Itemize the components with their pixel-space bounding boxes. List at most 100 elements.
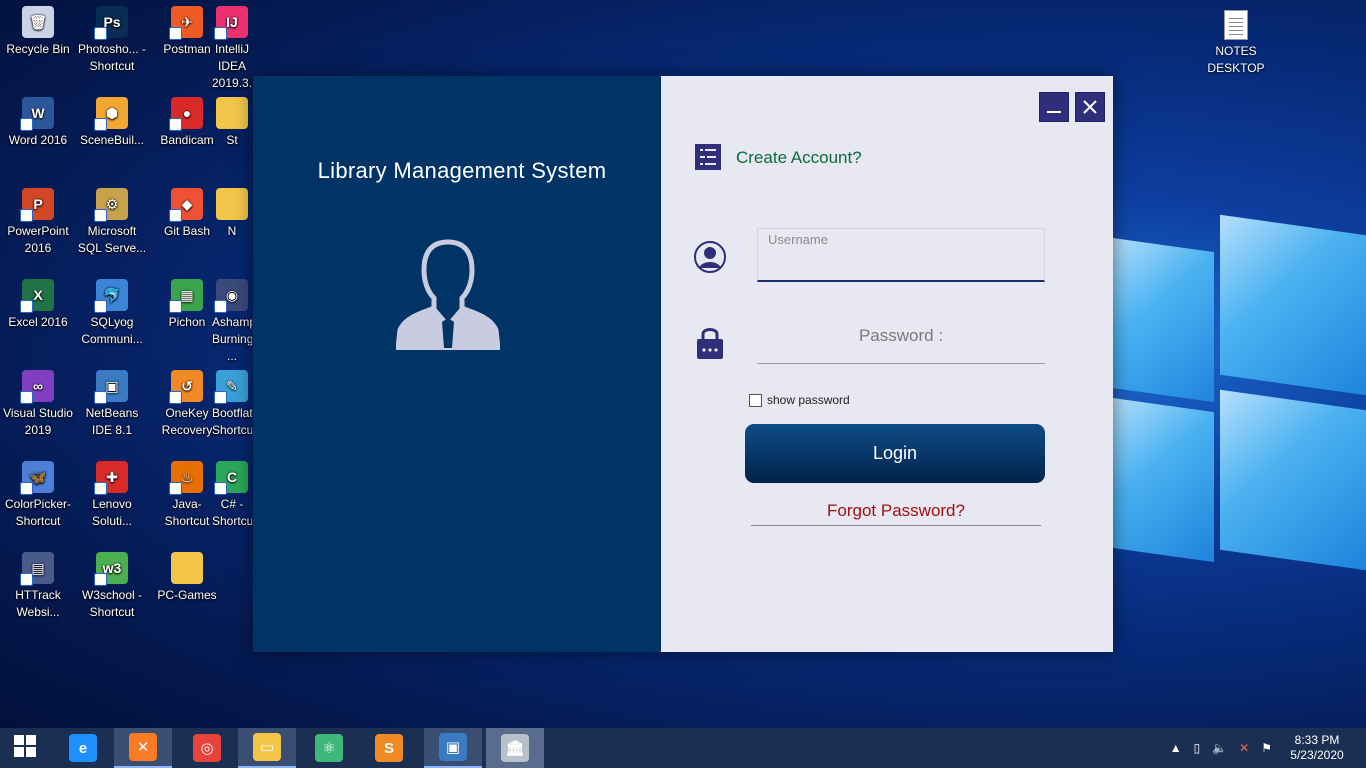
atom-icon: ⚛ [315,734,343,762]
w3school-icon: w3 [94,552,128,586]
login-form-panel: Create Account? Username Password : show… [661,76,1113,652]
app-title: Library Management System [317,158,607,183]
folder-icon [216,188,248,220]
desktop-shortcut-label: St [226,133,238,147]
notes-desktop-label: NOTES DESKTOP [1207,44,1265,75]
csharp-icon: C [214,461,248,495]
desktop-shortcut[interactable]: ▣ NetBeans IDE 8.1 [74,364,150,439]
intellij-icon: IJ [214,6,248,40]
show-password-checkbox[interactable] [749,393,762,407]
battery-icon[interactable]: ▯ [1194,741,1201,755]
git-bash-icon: ◆ [169,188,203,222]
close-button[interactable] [1075,92,1105,122]
desktop-shortcut[interactable]: Ps Photosho... - Shortcut [74,0,150,75]
desktop-shortcut[interactable]: ∞ Visual Studio 2019 [0,364,76,439]
windows-logo-wallpaper [1100,214,1366,571]
sublime-icon: S [375,734,403,762]
show-hidden-icons-icon[interactable]: ▲ [1170,741,1182,755]
system-tray: ▲ ▯ 🔈 ✕ ⚑ 8:33 PM 5/23/2020 [1164,728,1366,768]
desktop-shortcut[interactable]: N [212,182,252,240]
notes-desktop-icon[interactable]: NOTES DESKTOP [1200,6,1272,77]
user-avatar-icon [396,239,500,350]
desktop-shortcut[interactable]: P PowerPoint 2016 [0,182,76,257]
sqlyog-icon: 🐬 [94,279,128,313]
desktop-shortcut-label: Word 2016 [8,133,68,147]
show-password-label: show password [767,393,850,407]
desktop-shortcut-label: W3school - Shortcut [81,588,143,619]
desktop-shortcut[interactable]: X Excel 2016 [0,273,76,331]
create-account-icon [695,144,721,170]
desktop-shortcut[interactable]: 🦋 ColorPicker- Shortcut [0,455,76,530]
windows-start-icon [14,734,36,762]
pichon-icon: ▦ [169,279,203,313]
taskbar: e ✕ ◎ ▭ ⚛ S ▣ 🏛 ▲ ▯ 🔈 ✕ ⚑ 8:33 PM 5/23/2020 [0,728,1366,768]
folder-icon: ▭ [253,733,281,761]
desktop-shortcut[interactable]: 🗑 Recycle Bin [0,0,76,58]
chrome-icon: ◎ [193,734,221,762]
desktop-shortcut[interactable]: CC# - Shortcut [212,455,252,530]
desktop-shortcut[interactable]: ◉Ashampoo Burning ... [212,273,252,365]
login-button[interactable]: Login [745,424,1045,483]
desktop-shortcut[interactable]: w3 W3school - Shortcut [74,546,150,621]
desktop-shortcut-label: PowerPoint 2016 [7,224,69,255]
ashampoo-icon: ◉ [214,279,248,313]
desktop-shortcut[interactable]: W Word 2016 [0,91,76,149]
taskbar-atom[interactable]: ⚛ [300,728,358,768]
desktop-shortcut-label: N [227,224,237,238]
internet-explorer-icon: e [69,734,97,762]
library-icon: 🏛 [501,734,529,762]
taskbar-internet-explorer[interactable]: e [54,728,112,768]
minimize-button[interactable] [1039,92,1069,122]
desktop-shortcut[interactable]: 🐬 SQLyog Communi... [74,273,150,348]
clock[interactable]: 8:33 PM 5/23/2020 [1282,733,1352,763]
desktop-shortcut-label: Microsoft SQL Serve... [77,224,147,255]
desktop-shortcut-label: HTTrack Websi... [15,588,61,619]
photoshop-icon: Ps [94,6,128,40]
excel-icon: X [20,279,54,313]
desktop-shortcut-label: NetBeans IDE 8.1 [85,406,139,437]
network-icon[interactable]: ✕ [1239,741,1249,755]
username-placeholder: Username [768,232,828,247]
taskbar-sublime-text[interactable]: S [360,728,418,768]
xampp-icon: ✕ [129,733,157,761]
colorpicker-icon: 🦋 [20,461,54,495]
taskbar-chrome[interactable]: ◎ [178,728,236,768]
taskbar-file-explorer[interactable]: ▭ [238,728,296,768]
notification-icon[interactable]: ⚑ [1261,741,1272,755]
sql-server-icon: ⚙ [94,188,128,222]
taskbar-netbeans[interactable]: ▣ [424,728,482,768]
taskbar-start-button[interactable] [0,728,50,768]
desktop-shortcut[interactable]: ⬢ SceneBuil... [74,91,150,149]
desktop-shortcut-label: Bootflat- Shortcut [212,406,252,437]
desktop-shortcut[interactable]: ▤ HTTrack Websi... [0,546,76,621]
desktop-shortcut[interactable]: PC-Games [149,546,225,604]
clock-time: 8:33 PM [1294,733,1340,747]
show-password-toggle[interactable]: show password [749,393,850,407]
java-icon: ♨ [169,461,203,495]
taskbar-library-app[interactable]: 🏛 [486,728,544,768]
taskbar-xampp[interactable]: ✕ [114,728,172,768]
desktop-shortcut-label: Visual Studio 2019 [3,406,73,437]
bootflat-icon: ✎ [214,370,248,404]
forgot-password-link[interactable]: Forgot Password? [751,501,1041,526]
desktop-shortcut[interactable]: ✎Bootflat- Shortcut [212,364,252,439]
desktop-shortcut-label: ColorPicker- Shortcut [4,497,71,528]
desktop-shortcut[interactable]: ⚙ Microsoft SQL Serve... [74,182,150,257]
folder-icon [171,552,203,584]
desktop-shortcut[interactable]: St [212,91,252,149]
netbeans-icon: ▣ [439,733,467,761]
desktop-shortcut-label: C# - Shortcut [212,497,252,528]
create-account-link[interactable]: Create Account? [736,148,862,168]
volume-icon[interactable]: 🔈 [1212,741,1227,755]
desktop-shortcut-label: Lenovo Soluti... [91,497,133,528]
scenebuilder-icon: ⬢ [94,97,128,131]
desktop-shortcut-label: Ashampoo Burning ... [212,315,252,363]
powerpoint-icon: P [20,188,54,222]
desktop-shortcut[interactable]: ✚ Lenovo Soluti... [74,455,150,530]
login-dialog: Library Management System Create Account… [253,76,1113,652]
lenovo-icon: ✚ [94,461,128,495]
password-input[interactable]: Password : [757,316,1045,364]
onekey-icon: ↺ [169,370,203,404]
netbeans-icon: ▣ [94,370,128,404]
username-input[interactable]: Username [757,228,1045,282]
